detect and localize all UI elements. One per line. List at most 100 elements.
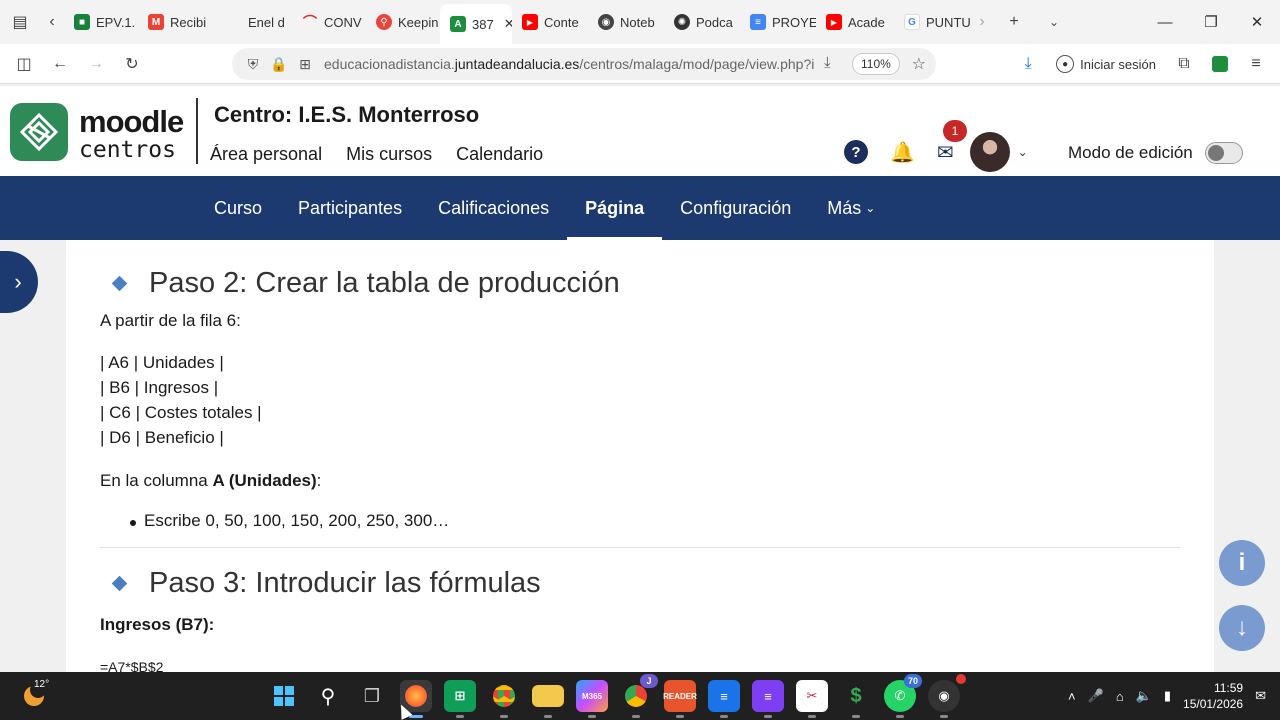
openai-icon: ✺ (674, 14, 690, 30)
downloads-icon[interactable]: ⤓ (1010, 46, 1046, 82)
reader-icon[interactable]: READER (663, 680, 697, 718)
sheets-icon[interactable]: ⊞ (444, 680, 476, 718)
moodle-logo-icon[interactable] (10, 103, 68, 161)
reload-icon[interactable]: ↻ (114, 46, 150, 82)
clock-date: 15/01/2026 (1183, 697, 1244, 711)
tab-puntu[interactable]: G PUNTU (894, 5, 970, 39)
signin-button[interactable]: ● Iniciar sesión (1046, 49, 1166, 79)
bell-icon[interactable]: 🔔 (890, 140, 915, 165)
tab-academia[interactable]: ▶ Acade (816, 5, 894, 39)
docs-icon: ≡ (750, 14, 766, 30)
user-avatar[interactable] (969, 132, 1010, 172)
taskbar: 12° ⚲ ❐ ⊞ M365 J READER ≡ ≡ ✂ $ ✆ 70 ◉ ˄ … (0, 672, 1280, 720)
course-index-drawer-button[interactable]: › (0, 251, 38, 313)
clock[interactable]: 11:59 15/01/2026 (1183, 680, 1243, 712)
volume-icon[interactable]: 🔈 (1136, 688, 1152, 704)
tab-conv[interactable]: ⌒ CONV (292, 5, 366, 39)
bookmark-star-icon[interactable]: ☆ (912, 54, 926, 74)
scroll-tabs-right-icon[interactable]: › (970, 0, 994, 44)
info-button[interactable]: i (1219, 540, 1265, 586)
chrome-profile-icon[interactable]: J (620, 674, 658, 718)
search-icon[interactable]: ⚲ (312, 680, 344, 712)
messages-icon[interactable]: ✉ 1 (937, 119, 967, 165)
nav-mis-cursos[interactable]: Mis cursos (346, 144, 432, 165)
google-icon: G (904, 14, 920, 30)
user-menu-chevron-icon[interactable]: ⌄ (1018, 145, 1028, 159)
tab-enel[interactable]: Enel d (216, 5, 292, 39)
close-window-icon[interactable]: ✕ (1234, 0, 1280, 44)
step3-heading: Paso 3: Introducir las fórmulas (100, 560, 1180, 606)
weather-icon[interactable]: 12° (20, 679, 50, 710)
minimize-icon[interactable]: — (1142, 0, 1188, 44)
zoom-level-badge[interactable]: 110% (852, 53, 900, 75)
snipping-tool-icon[interactable]: ✂ (796, 680, 828, 718)
new-tab-icon[interactable]: + (994, 0, 1034, 44)
taskbar-apps: ⚲ ❐ ⊞ M365 J READER ≡ ≡ ✂ $ ✆ 70 ◉ (268, 674, 966, 718)
tab-pagina[interactable]: Página (567, 176, 663, 240)
sidebar-toggle-icon[interactable]: ◫ (6, 46, 42, 82)
step2-heading: Paso 2: Crear la tabla de producción (100, 260, 1180, 306)
site-settings-icon[interactable]: ⊞ (292, 56, 318, 73)
tab-participantes[interactable]: Participantes (280, 176, 420, 240)
tab-proyecto[interactable]: ≡ PROYE (740, 5, 816, 39)
system-tray: ˄ 🎤 ⌂ 🔈 ▮ 11:59 15/01/2026 ✉ (1068, 672, 1266, 720)
close-tab-icon[interactable]: ✕ (504, 16, 512, 32)
scroll-down-button[interactable]: ↓ (1219, 605, 1265, 651)
table-line-b6: | B6 | Ingresos | (100, 378, 219, 397)
url-text[interactable]: educacionadistancia.juntadeandalucia.es/… (324, 56, 814, 72)
chrome-icon[interactable] (488, 680, 520, 718)
task-view-icon[interactable]: ❐ (356, 680, 388, 712)
extension-green-icon[interactable] (1202, 46, 1238, 82)
wifi-icon[interactable]: ⌂ (1116, 689, 1124, 704)
tab-keepin[interactable]: ⚲ Keepin (366, 5, 440, 39)
m365-icon[interactable]: M365 (576, 680, 608, 718)
extensions-icon[interactable]: ⧉ (1166, 46, 1202, 82)
tab-calificaciones[interactable]: Calificaciones (420, 176, 567, 240)
ingresos-label: Ingresos (B7): (100, 615, 215, 634)
tab-mas[interactable]: Más ⌄ (809, 176, 893, 240)
save-page-icon[interactable]: ⤓ (824, 54, 831, 71)
battery-icon[interactable]: ▮ (1164, 688, 1171, 704)
scroll-tabs-left-icon[interactable]: ‹ (40, 0, 64, 44)
edit-mode-toggle[interactable] (1204, 142, 1243, 164)
nav-area-personal[interactable]: Área personal (210, 144, 322, 165)
nav-calendario[interactable]: Calendario (456, 144, 543, 165)
shield-icon[interactable]: ⛨ (240, 56, 266, 73)
menu-icon[interactable]: ≡ (1238, 46, 1274, 82)
tab-curso[interactable]: Curso (196, 176, 280, 240)
windows-start-icon[interactable] (268, 680, 300, 712)
course-secondary-nav: Curso Participantes Calificaciones Págin… (0, 176, 1280, 240)
tab-epv[interactable]: ■ EPV.1. (64, 5, 138, 39)
tab-podcast[interactable]: ✺ Podca (664, 5, 740, 39)
microphone-icon[interactable]: 🎤 (1088, 688, 1104, 704)
url-bar[interactable]: ⛨ 🔒 ⊞ educacionadistancia.juntadeandaluc… (232, 48, 936, 80)
tab-list-icon[interactable]: ▤ (0, 0, 40, 44)
tab-gmail[interactable]: M Recibi (138, 5, 216, 39)
diamond-bullet-icon (111, 575, 128, 591)
tab-moodle-active[interactable]: A 387 ✕ (440, 4, 512, 44)
logo-text[interactable]: moodle centros (79, 106, 184, 162)
moodle-tab-icon: A (450, 16, 466, 32)
obs-icon[interactable]: ◉ (928, 674, 966, 718)
notifications-icon[interactable]: ✉ (1255, 688, 1266, 704)
chrome-profile-badge: J (640, 674, 658, 688)
forward-icon[interactable]: → (78, 46, 114, 82)
youtube-icon: ▶ (522, 14, 538, 30)
classroom-icon: ■ (74, 14, 90, 30)
word-doc-icon[interactable]: ≡ (708, 680, 740, 718)
tab-notebook[interactable]: ◉ Noteb (588, 5, 664, 39)
header-icons: ? 🔔 ✉ 1 ⌄ (844, 119, 1028, 172)
tab-contenidos[interactable]: ▶ Conte (512, 5, 588, 39)
money-app-icon[interactable]: $ (840, 680, 872, 718)
file-explorer-icon[interactable] (532, 685, 564, 718)
whatsapp-icon[interactable]: ✆ 70 (884, 674, 922, 718)
lock-icon[interactable]: 🔒 (266, 56, 292, 73)
back-icon[interactable]: ← (42, 46, 78, 82)
table-line-a6: | A6 | Unidades | (100, 353, 224, 372)
help-icon[interactable]: ? (844, 140, 868, 164)
tab-menu-chevron-icon[interactable]: ⌄ (1034, 0, 1074, 44)
forms-icon[interactable]: ≡ (752, 680, 784, 718)
restore-icon[interactable]: ❐ (1188, 0, 1234, 44)
tray-overflow-chevron-icon[interactable]: ˄ (1068, 689, 1076, 704)
tab-configuracion[interactable]: Configuración (662, 176, 809, 240)
